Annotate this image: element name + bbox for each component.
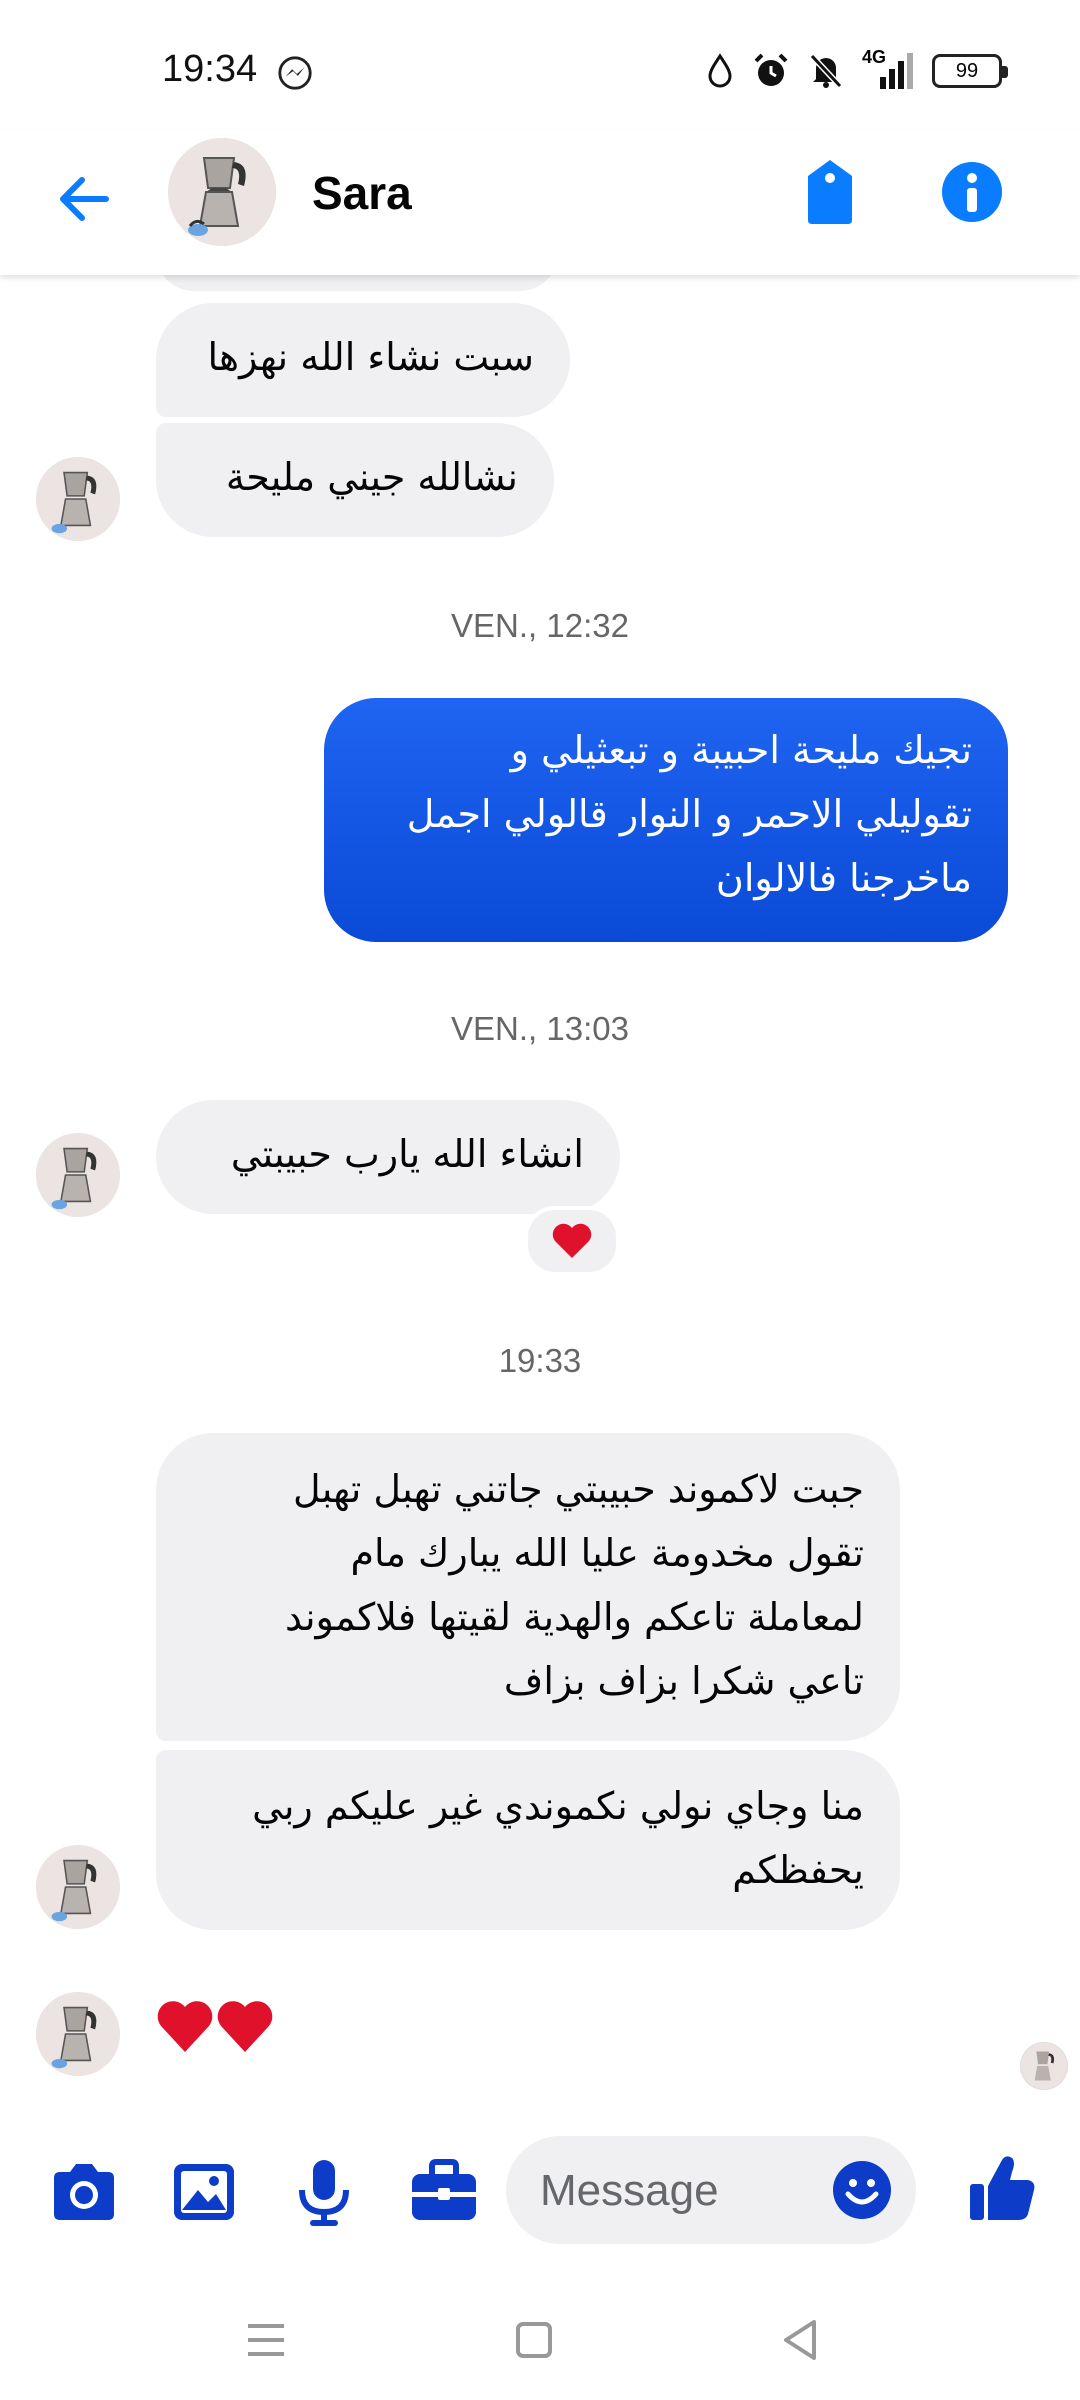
message-text: سبت نشاء الله نهزها bbox=[207, 335, 534, 379]
message-input-container[interactable] bbox=[506, 2136, 916, 2246]
home-icon[interactable] bbox=[504, 2310, 564, 2370]
message-input[interactable] bbox=[538, 2136, 822, 2246]
battery-level: 99 bbox=[955, 59, 979, 82]
bell-muted-icon bbox=[809, 53, 843, 89]
message-bubble-partial[interactable] bbox=[156, 275, 558, 291]
camera-icon[interactable] bbox=[48, 2156, 120, 2228]
messenger-icon bbox=[278, 56, 312, 90]
message-bubble[interactable]: منا وجاي نولي نكموندي غير عليكم ربي يحفظ… bbox=[156, 1750, 900, 1930]
contact-avatar-small[interactable] bbox=[36, 1133, 120, 1217]
back-arrow-icon[interactable] bbox=[50, 164, 120, 234]
message-line: جبت لاكموند حبيبتي جاتني تهبل تهبل bbox=[292, 1467, 864, 1511]
seen-avatar bbox=[1020, 2042, 1068, 2090]
message-line: تقول مخدومة عليا الله يبارك مام bbox=[350, 1531, 864, 1575]
message-line: يحفظكم bbox=[732, 1848, 864, 1892]
tag-icon[interactable] bbox=[800, 158, 860, 226]
signal-icon: 4G bbox=[862, 47, 914, 91]
message-bubble[interactable]: نشالله جيني مليحة bbox=[156, 423, 554, 537]
thumbs-up-icon[interactable] bbox=[966, 2152, 1038, 2224]
microphone-icon[interactable] bbox=[288, 2156, 360, 2228]
message-line: تاعي شكرا بزاف بزاف bbox=[503, 1659, 864, 1703]
timestamp: VEN., 13:03 bbox=[451, 1010, 629, 1047]
message-line: تجيك مليحة احبيبة و تبعثيلي و bbox=[510, 728, 972, 772]
contact-avatar-small[interactable] bbox=[36, 457, 120, 541]
water-drop-icon bbox=[708, 53, 732, 88]
message-line: ماخرجنا فالالوان bbox=[715, 856, 972, 900]
emoji-icon[interactable] bbox=[832, 2160, 892, 2220]
message-bubble[interactable]: انشاء الله يارب حبيبتي bbox=[156, 1100, 620, 1214]
menu-icon[interactable] bbox=[236, 2310, 296, 2370]
timestamp: 19:33 bbox=[498, 1342, 582, 1379]
heart-icon bbox=[552, 1223, 592, 1258]
status-time: 19:34 bbox=[162, 48, 258, 90]
hearts-emoji-icon bbox=[157, 2001, 273, 2052]
contact-avatar-small[interactable] bbox=[36, 1992, 120, 2076]
message-text: انشاء الله يارب حبيبتي bbox=[230, 1132, 584, 1176]
contact-avatar[interactable] bbox=[168, 138, 276, 246]
contact-avatar-small[interactable] bbox=[36, 1845, 120, 1929]
moka-pot-avatar-image bbox=[36, 1845, 120, 1929]
battery-icon: 99 bbox=[932, 54, 1008, 88]
status-bar: 19:34 4G 99 bbox=[0, 0, 1080, 130]
message-bubble[interactable]: سبت نشاء الله نهزها bbox=[156, 303, 570, 417]
timestamp: VEN., 12:32 bbox=[451, 607, 629, 644]
message-composer bbox=[0, 2120, 1080, 2260]
moka-pot-avatar-image bbox=[36, 457, 120, 541]
gallery-icon[interactable] bbox=[168, 2156, 240, 2228]
back-nav-icon[interactable] bbox=[770, 2310, 830, 2370]
message-line: لمعاملة تاعكم والهدية لقيتها فلاكموند bbox=[285, 1595, 864, 1639]
message-text: نشالله جيني مليحة bbox=[225, 455, 518, 499]
conversation-header: Sara bbox=[0, 130, 1080, 275]
heart-reaction[interactable] bbox=[524, 1206, 620, 1276]
message-bubble[interactable]: جبت لاكموند حبيبتي جاتني تهبل تهبل تقول … bbox=[156, 1433, 900, 1741]
moka-pot-avatar-image bbox=[36, 1992, 120, 2076]
status-icons: 4G 99 bbox=[706, 46, 1008, 96]
message-list[interactable]: سبت نشاء الله نهزها نشالله جيني مليحة VE… bbox=[0, 275, 1080, 2105]
alarm-icon bbox=[754, 53, 788, 86]
moka-pot-avatar-image bbox=[168, 138, 276, 246]
briefcase-icon[interactable] bbox=[408, 2156, 480, 2228]
moka-pot-avatar-image bbox=[36, 1133, 120, 1217]
message-line: تقوليلي الاحمر و النوار قالولي اجمل bbox=[406, 792, 972, 836]
contact-name[interactable]: Sara bbox=[312, 166, 412, 220]
moka-pot-avatar-image bbox=[1021, 2043, 1067, 2089]
message-line: منا وجاي نولي نكموندي غير عليكم ربي bbox=[252, 1784, 864, 1828]
system-navigation-bar bbox=[0, 2270, 1080, 2400]
info-icon[interactable] bbox=[940, 160, 1004, 224]
message-bubble-outgoing[interactable]: تجيك مليحة احبيبة و تبعثيلي و تقوليلي ال… bbox=[324, 698, 1008, 942]
hearts-message[interactable]: ❤❤ bbox=[156, 1990, 276, 2060]
